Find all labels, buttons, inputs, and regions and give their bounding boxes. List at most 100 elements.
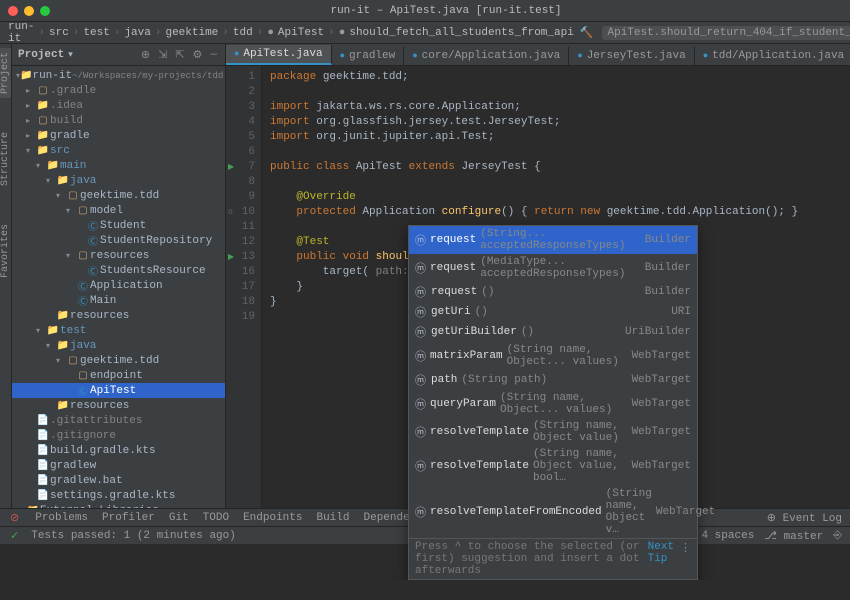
breadcrumb-method[interactable]: should_fetch_all_students_from_api <box>349 27 573 39</box>
breadcrumb-segment[interactable]: tdd <box>233 27 253 39</box>
line-number[interactable]: 17 <box>226 280 255 295</box>
code-line[interactable]: @Override <box>270 190 850 205</box>
tree-item[interactable]: ▸▢.gradle <box>12 83 225 98</box>
tree-arrow-icon[interactable]: ▾ <box>66 206 76 216</box>
completion-item[interactable]: ⓜrequest()Builder <box>409 282 697 302</box>
line-number[interactable]: 12 <box>226 235 255 250</box>
tree-item[interactable]: ▸📁gradle <box>12 128 225 143</box>
tree-item[interactable]: ▾▢model <box>12 203 225 218</box>
line-number[interactable]: 10o <box>226 205 255 220</box>
line-number[interactable]: 5 <box>226 130 255 145</box>
line-number[interactable]: 1 <box>226 70 255 85</box>
code-line[interactable]: import org.glassfish.jersey.test.JerseyT… <box>270 115 850 130</box>
tree-arrow-icon[interactable]: ▾ <box>36 161 46 171</box>
line-number[interactable]: 18 <box>226 295 255 310</box>
minimize-window[interactable] <box>24 6 34 16</box>
code-line[interactable]: import org.junit.jupiter.api.Test; <box>270 130 850 145</box>
tool-tab-structure[interactable]: Structure <box>0 128 11 190</box>
tree-arrow-icon[interactable]: ▾ <box>46 341 56 351</box>
code-line[interactable] <box>270 175 850 190</box>
tree-item[interactable]: ▾📁src <box>12 143 225 158</box>
code-line[interactable] <box>270 85 850 100</box>
gutter-run-icon[interactable]: o <box>228 205 233 220</box>
tree-item[interactable]: ⒸApplication <box>12 278 225 293</box>
hide-icon[interactable]: — <box>208 49 219 61</box>
tree-item[interactable]: ▾📁main <box>12 158 225 173</box>
tree-item[interactable]: ▸📁.idea <box>12 98 225 113</box>
close-window[interactable] <box>8 6 18 16</box>
tree-arrow-icon[interactable]: ▸ <box>26 116 36 126</box>
tree-arrow-icon[interactable]: ▾ <box>26 146 36 156</box>
git-branch[interactable]: ⎇ master <box>764 529 823 543</box>
build-icon[interactable]: 🔨 <box>578 26 596 40</box>
completion-item[interactable]: ⓜresolveTemplateFromEncoded(String name,… <box>409 486 697 538</box>
tree-arrow-icon[interactable]: ▾ <box>36 326 46 336</box>
completion-item[interactable]: ⓜresolveTemplate(String name, Object val… <box>409 446 697 486</box>
tool-tab-favorites[interactable]: Favorites <box>0 220 11 282</box>
bottom-tab-endpoints[interactable]: Endpoints <box>243 512 302 524</box>
tree-item[interactable]: ⒸStudentRepository <box>12 233 225 248</box>
tree-item[interactable]: 📄gradlew <box>12 458 225 473</box>
line-number[interactable]: 13▶ <box>226 250 255 265</box>
event-log-tab[interactable]: ⊕ Event Log <box>767 511 842 525</box>
tree-arrow-icon[interactable]: ▾ <box>56 356 66 366</box>
tree-arrow-icon[interactable]: ▾ <box>46 176 56 186</box>
completion-item[interactable]: ⓜqueryParam(String name, Object... value… <box>409 390 697 418</box>
tree-item[interactable]: 📄.gitignore <box>12 428 225 443</box>
line-number[interactable]: 4 <box>226 115 255 130</box>
line-number[interactable]: 8 <box>226 175 255 190</box>
tree-item[interactable]: 📄build.gradle.kts <box>12 443 225 458</box>
run-config-selector[interactable]: ApiTest.should_return_404_if_student_not… <box>602 26 850 40</box>
code-completion-popup[interactable]: ⓜrequest(String... acceptedResponseTypes… <box>408 225 698 580</box>
tool-tab-project[interactable]: Project <box>0 48 11 98</box>
tree-item[interactable]: ⒸMain <box>12 293 225 308</box>
maximize-window[interactable] <box>40 6 50 16</box>
breadcrumb-segment[interactable]: src <box>49 27 69 39</box>
line-number[interactable]: 3 <box>226 100 255 115</box>
tree-arrow-icon[interactable]: ▾ <box>66 251 76 261</box>
completion-item[interactable]: ⓜmatrixParam(String name, Object... valu… <box>409 342 697 370</box>
editor-tab[interactable]: ●gradlew <box>332 47 405 65</box>
gear-icon[interactable]: ⚙ <box>191 48 205 62</box>
bottom-tab-profiler[interactable]: Profiler <box>102 512 155 524</box>
line-number[interactable]: 6 <box>226 145 255 160</box>
bottom-tab-git[interactable]: Git <box>169 512 189 524</box>
editor-tab[interactable]: ●tdd/Application.java <box>695 47 850 65</box>
tree-arrow-icon[interactable]: ▸ <box>26 86 36 96</box>
next-tip-link[interactable]: Next Tip <box>648 541 674 577</box>
tree-item[interactable]: ▾📁run-it ~/Workspaces/my-projects/tdd-co… <box>12 68 225 83</box>
breadcrumb-file[interactable]: ApiTest <box>278 27 324 39</box>
tree-arrow-icon[interactable]: ▸ <box>16 506 26 509</box>
tree-item[interactable]: ⒸStudent <box>12 218 225 233</box>
tree-item[interactable]: ⒸApiTest <box>12 383 225 398</box>
completion-item[interactable]: ⓜrequest(String... acceptedResponseTypes… <box>409 226 697 254</box>
code-line[interactable]: import jakarta.ws.rs.core.Application; <box>270 100 850 115</box>
code-line[interactable] <box>270 145 850 160</box>
expand-all-icon[interactable]: ⇲ <box>156 48 169 62</box>
editor-tab[interactable]: ●core/Application.java <box>404 47 569 65</box>
line-number[interactable]: 11 <box>226 220 255 235</box>
select-opened-file-icon[interactable]: ⊕ <box>139 48 152 62</box>
line-number[interactable]: 19 <box>226 310 255 325</box>
bottom-tab-todo[interactable]: TODO <box>203 512 229 524</box>
tree-item[interactable]: ▾▢resources <box>12 248 225 263</box>
code-line[interactable]: public class ApiTest extends JerseyTest … <box>270 160 850 175</box>
tree-arrow-icon[interactable]: ▾ <box>56 191 66 201</box>
breadcrumb-segment[interactable]: run-it <box>8 21 34 45</box>
bottom-tab-build[interactable]: Build <box>316 512 349 524</box>
breadcrumb-segment[interactable]: java <box>124 27 150 39</box>
breadcrumb-segment[interactable]: test <box>83 27 109 39</box>
bottom-tab-problems[interactable]: Problems <box>35 512 88 524</box>
tree-item[interactable]: ▾▢geektime.tdd <box>12 188 225 203</box>
breadcrumb-segment[interactable]: geektime <box>165 27 218 39</box>
tree-arrow-icon[interactable]: ▸ <box>26 101 36 111</box>
tree-item[interactable]: ▾▢geektime.tdd <box>12 353 225 368</box>
code-line[interactable]: package geektime.tdd; <box>270 70 850 85</box>
tree-item[interactable]: 📄settings.gradle.kts <box>12 488 225 503</box>
completion-item[interactable]: ⓜrequest(MediaType... acceptedResponseTy… <box>409 254 697 282</box>
editor-tab[interactable]: ●JerseyTest.java <box>569 47 694 65</box>
completion-item[interactable]: ⓜgetUri()URI <box>409 302 697 322</box>
tree-arrow-icon[interactable]: ▸ <box>26 131 36 141</box>
tree-item[interactable]: 📁resources <box>12 398 225 413</box>
completion-item[interactable]: ⓜgetUriBuilder()UriBuilder <box>409 322 697 342</box>
